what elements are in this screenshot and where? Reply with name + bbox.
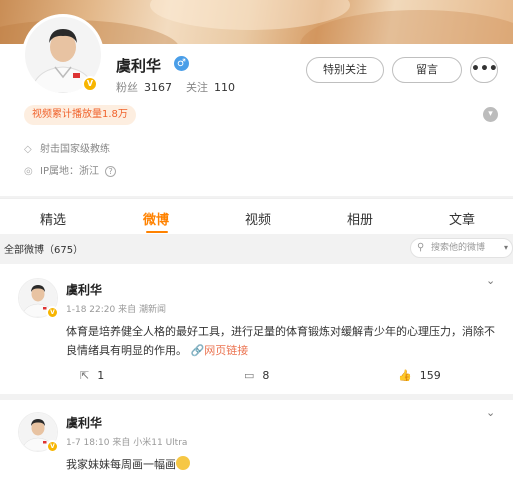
feed-post: V 虞利华 1-7 18:10 来自 小米11 Ultra ⌄ 我家妹妹每周画一… (0, 400, 513, 477)
comment-icon: ▭ (244, 369, 255, 382)
feed-filter-bar: 全部微博（675） ⚲ 搜索他的微博 ▾ (0, 236, 513, 260)
profile-name: 虞利华 (116, 57, 162, 75)
fans-label[interactable]: 粉丝 (116, 81, 138, 94)
post-text: 体育是培养健全人格的最好工具，进行足量的体育锻炼对缓解青少年的心理压力，消除不良… (66, 322, 504, 360)
post-author[interactable]: 虞利华 (66, 281, 102, 298)
tab-album[interactable]: 相册 (347, 209, 373, 228)
message-button[interactable]: 留言 (392, 57, 462, 83)
comment-button[interactable]: ▭ 8 (244, 369, 269, 382)
tab-video[interactable]: 视频 (245, 209, 271, 228)
profile-stats: 粉丝 3167 关注 110 (116, 79, 249, 95)
web-link[interactable]: 🔗网页链接 (191, 344, 249, 357)
post-source-label: 来自 (112, 438, 131, 448)
like-count: 159 (419, 369, 441, 382)
special-follow-button[interactable]: 特别关注 (306, 57, 384, 83)
feed-post: V 虞利华 1-18 22:20 来自 潮新闻 ⌄ 体育是培养健全人格的最好工具… (0, 264, 513, 394)
active-tab-indicator (146, 231, 168, 233)
chevron-down-icon[interactable]: ⌄ (486, 274, 495, 287)
chevron-down-icon[interactable]: ⌄ (486, 406, 495, 419)
profile-description-row: ◇ 射击国家级教练 (24, 140, 110, 155)
location-icon: ◎ (24, 166, 33, 177)
post-actions: ⇱ 1 ▭ 8 👍 159 (0, 367, 513, 387)
dropdown-arrow-icon[interactable]: ▾ (504, 239, 508, 257)
post-meta: 1-18 22:20 来自 潮新闻 (66, 302, 166, 315)
post-text: 我家妹妹每周画一幅画 (66, 455, 504, 474)
comment-count: 8 (262, 369, 270, 382)
profile-description: 射击国家级教练 (40, 144, 110, 155)
post-time[interactable]: 1-18 22:20 (66, 305, 115, 315)
post-source: 潮新闻 (139, 305, 167, 315)
post-body: 我家妹妹每周画一幅画 (66, 458, 176, 471)
profile-card: V 虞利华 ♂ 粉丝 3167 关注 110 特别关注 留言 ••• 视频累计播放量1… (0, 0, 513, 196)
post-time[interactable]: 1-7 18:10 (66, 438, 110, 448)
following-count[interactable]: 110 (214, 81, 235, 94)
like-button[interactable]: 👍 159 (398, 369, 441, 382)
male-icon: ♂ (174, 56, 189, 71)
tab-articles[interactable]: 文章 (449, 209, 475, 228)
all-posts-count[interactable]: 全部微博（675） (4, 241, 83, 256)
following-label[interactable]: 关注 (186, 81, 208, 94)
search-placeholder: 搜索他的微博 (431, 243, 486, 253)
verified-icon: V (82, 76, 98, 92)
post-source-label: 来自 (118, 305, 137, 315)
verified-icon: V (46, 440, 59, 453)
verified-icon: V (46, 306, 59, 319)
repost-button[interactable]: ⇱ 1 (80, 369, 104, 382)
fans-count[interactable]: 3167 (144, 81, 172, 94)
ip-location: IP属地：浙江 (40, 166, 99, 177)
profile-tabs: 精选 微博 视频 相册 文章 (0, 198, 513, 234)
like-icon: 👍 (398, 369, 412, 382)
repost-icon: ⇱ (80, 369, 90, 382)
post-meta: 1-7 18:10 来自 小米11 Ultra (66, 435, 187, 448)
search-icon: ⚲ (417, 242, 425, 253)
link-icon: 🔗 (190, 344, 205, 357)
post-author[interactable]: 虞利华 (66, 414, 102, 431)
tab-weibo[interactable]: 微博 (143, 209, 169, 228)
help-icon[interactable]: ? (105, 166, 117, 177)
profile-page: V 虞利华 ♂ 粉丝 3167 关注 110 特别关注 留言 ••• 视频累计播放量1… (0, 0, 513, 477)
post-body: 体育是培养健全人格的最好工具，进行足量的体育锻炼对缓解青少年的心理压力，消除不良… (66, 325, 495, 357)
tab-featured[interactable]: 精选 (40, 209, 66, 228)
shield-icon: ◇ (24, 144, 32, 155)
emoji-icon (176, 456, 190, 470)
web-link-label: 网页链接 (204, 344, 249, 357)
ip-location-row: ◎ IP属地：浙江 ? (24, 162, 117, 177)
search-input[interactable]: ⚲ 搜索他的微博 ▾ (410, 238, 513, 258)
chevron-down-icon[interactable]: ▾ (483, 107, 498, 122)
video-plays-badge: 视频累计播放量1.8万 (24, 105, 136, 125)
more-button[interactable]: ••• (470, 57, 498, 83)
repost-count: 1 (97, 369, 105, 382)
post-source: 小米11 Ultra (133, 438, 188, 448)
